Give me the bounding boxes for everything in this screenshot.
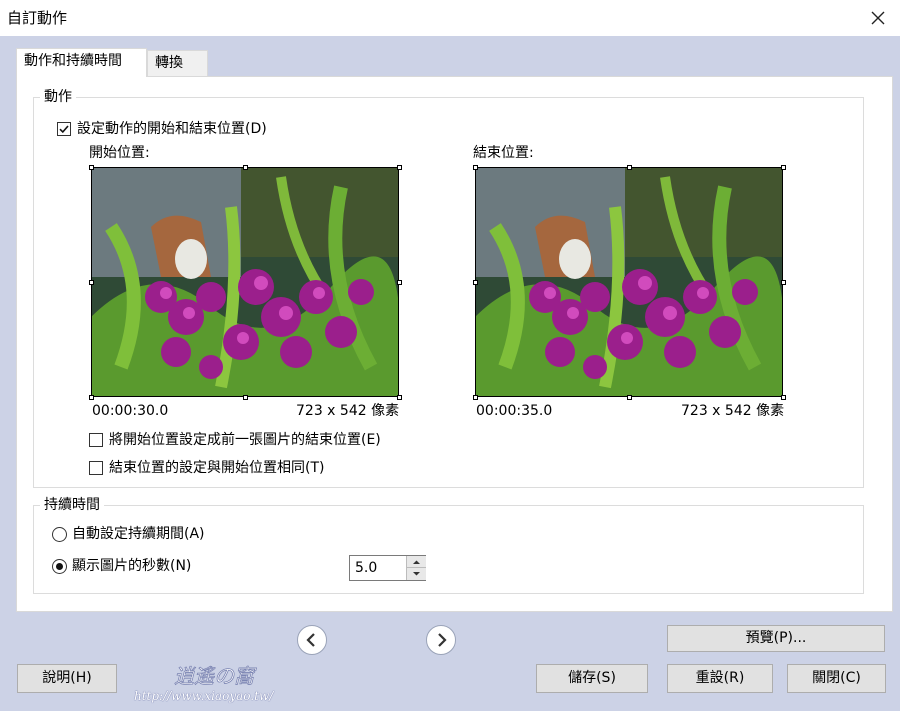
next-button[interactable] (426, 625, 456, 655)
close-button[interactable]: 關閉(C) (787, 664, 886, 693)
auto-duration-label: 自動設定持續期間(A) (72, 526, 205, 542)
reset-button-label: 重設(R) (695, 670, 745, 686)
enable-motion-checkbox[interactable] (57, 122, 71, 136)
arrow-up-icon (413, 560, 420, 564)
enable-motion-label: 設定動作的開始和結束位置(D) (77, 121, 267, 137)
start-handle-l[interactable] (89, 280, 94, 285)
same-position-checkbox[interactable] (89, 461, 103, 475)
reset-button[interactable]: 重設(R) (667, 664, 773, 693)
svg-text:逍遙の窩: 逍遙の窩 (174, 664, 257, 688)
seconds-radio[interactable] (52, 559, 67, 574)
spin-down-button[interactable] (407, 568, 426, 580)
end-handle-tr[interactable] (781, 165, 786, 170)
tab-transition-label: 轉換 (155, 55, 183, 71)
chevron-left-icon (306, 633, 315, 647)
close-icon[interactable] (866, 6, 890, 30)
preview-button[interactable]: 預覽(P)... (667, 625, 885, 652)
end-handle-br[interactable] (781, 395, 786, 400)
same-position-label: 結束位置的設定與開始位置相同(T) (109, 460, 325, 476)
tab-motion-duration[interactable]: 動作和持續時間 (16, 48, 147, 77)
duration-group-label: 持續時間 (40, 497, 104, 513)
save-button[interactable]: 儲存(S) (536, 664, 648, 693)
radio-selected-dot (56, 563, 63, 570)
end-handle-l[interactable] (473, 280, 478, 285)
end-handle-bl[interactable] (473, 395, 478, 400)
auto-duration-radio[interactable] (52, 527, 67, 542)
prev-end-label: 將開始位置設定成前一張圖片的結束位置(E) (109, 432, 381, 448)
spin-up-button[interactable] (407, 556, 426, 568)
duration-group (33, 505, 864, 594)
start-size: 723 x 542 像素 (296, 403, 400, 419)
close-button-label: 關閉(C) (812, 670, 861, 686)
checkmark-icon (59, 125, 69, 134)
start-handle-t[interactable] (243, 165, 248, 170)
start-handle-tr[interactable] (397, 165, 402, 170)
end-size: 723 x 542 像素 (681, 403, 785, 419)
watermark-url: http://www.xiaoyao.tw/ (134, 689, 274, 703)
watermark-logo: 逍遙の窩 http://www.xiaoyao.tw/ (134, 661, 294, 707)
start-handle-b[interactable] (243, 395, 248, 400)
start-handle-br[interactable] (397, 395, 402, 400)
arrow-down-icon (413, 572, 420, 576)
seconds-value[interactable]: 5.0 (355, 560, 377, 576)
help-button[interactable]: 說明(H) (17, 664, 117, 693)
end-selection-frame[interactable] (475, 167, 783, 397)
start-position-label: 開始位置: (89, 145, 150, 161)
tab-motion-duration-label: 動作和持續時間 (24, 53, 122, 69)
tab-transition[interactable]: 轉換 (147, 50, 208, 76)
motion-group-label: 動作 (40, 89, 76, 105)
end-handle-t[interactable] (627, 165, 632, 170)
preview-button-label: 預覽(P)... (745, 630, 807, 646)
seconds-spinner[interactable]: 5.0 (349, 555, 426, 581)
start-selection-frame[interactable] (91, 167, 399, 397)
seconds-label: 顯示圖片的秒數(N) (72, 558, 192, 574)
end-handle-r[interactable] (781, 280, 786, 285)
prev-end-checkbox[interactable] (89, 433, 103, 447)
end-time: 00:00:35.0 (476, 403, 553, 419)
end-handle-b[interactable] (627, 395, 632, 400)
end-position-label: 結束位置: (473, 145, 534, 161)
start-time: 00:00:30.0 (92, 403, 169, 419)
start-handle-r[interactable] (397, 280, 402, 285)
start-handle-bl[interactable] (89, 395, 94, 400)
help-button-label: 說明(H) (42, 670, 92, 686)
chevron-right-icon (438, 633, 447, 647)
save-button-label: 儲存(S) (568, 670, 616, 686)
end-handle-tl[interactable] (473, 165, 478, 170)
window-title: 自訂動作 (7, 9, 68, 27)
previous-button[interactable] (297, 625, 327, 655)
title-bar: 自訂動作 (0, 0, 900, 36)
start-handle-tl[interactable] (89, 165, 94, 170)
spinner-buttons (406, 556, 426, 580)
